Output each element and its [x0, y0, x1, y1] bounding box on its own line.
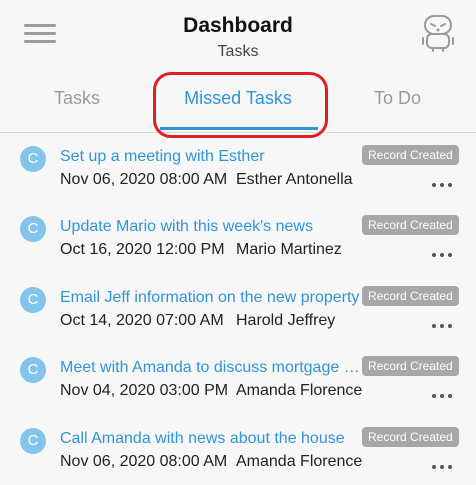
task-title-link[interactable]: Set up a meeting with Esther [60, 148, 360, 166]
status-badge: Record Created [362, 215, 459, 235]
task-date: Nov 06, 2020 08:00 AM [60, 453, 228, 470]
task-date: Nov 06, 2020 08:00 AM [60, 171, 228, 188]
status-c-icon: C [20, 146, 46, 172]
highlight-annotation [153, 72, 328, 138]
app-header: Dashboard Tasks [0, 0, 476, 70]
task-row[interactable]: C Set up a meeting with Esther Record Cr… [0, 133, 476, 203]
task-person: Esther Antonella [236, 171, 353, 188]
task-row[interactable]: C Call Amanda with news about the house … [0, 415, 476, 485]
task-date: Oct 14, 2020 07:00 AM [60, 312, 224, 329]
task-title-link[interactable]: Call Amanda with news about the house [60, 430, 360, 448]
status-c-icon: C [20, 216, 46, 242]
page-title: Dashboard [183, 14, 293, 37]
task-row[interactable]: C Email Jeff information on the new prop… [0, 274, 476, 344]
task-date: Oct 16, 2020 12:00 PM [60, 241, 225, 258]
status-badge: Record Created [362, 286, 459, 306]
task-title-link[interactable]: Update Mario with this week's news [60, 218, 360, 236]
task-title-link[interactable]: Email Jeff information on the new proper… [60, 289, 360, 307]
tab-tasks[interactable]: Tasks [54, 88, 100, 109]
page-subtitle: Tasks [217, 43, 259, 60]
more-options-icon[interactable] [430, 250, 454, 260]
task-title-link[interactable]: Meet with Amanda to discuss mortgage opt… [60, 359, 360, 377]
tab-to-do[interactable]: To Do [374, 88, 421, 109]
status-badge: Record Created [362, 427, 459, 447]
status-badge: Record Created [362, 356, 459, 376]
status-c-icon: C [20, 287, 46, 313]
more-options-icon[interactable] [430, 462, 454, 472]
task-person: Amanda Florence [236, 382, 363, 399]
status-c-icon: C [20, 428, 46, 454]
task-person: Amanda Florence [236, 453, 363, 470]
task-date: Nov 04, 2020 03:00 PM [60, 382, 229, 399]
status-c-icon: C [20, 357, 46, 383]
more-options-icon[interactable] [430, 180, 454, 190]
task-person: Harold Jeffrey [236, 312, 336, 329]
task-person: Mario Martinez [236, 241, 342, 258]
robot-avatar-icon[interactable] [420, 12, 456, 52]
task-row[interactable]: C Update Mario with this week's news Rec… [0, 203, 476, 273]
task-row[interactable]: C Meet with Amanda to discuss mortgage o… [0, 344, 476, 414]
more-options-icon[interactable] [430, 321, 454, 331]
more-options-icon[interactable] [430, 391, 454, 401]
status-badge: Record Created [362, 145, 459, 165]
